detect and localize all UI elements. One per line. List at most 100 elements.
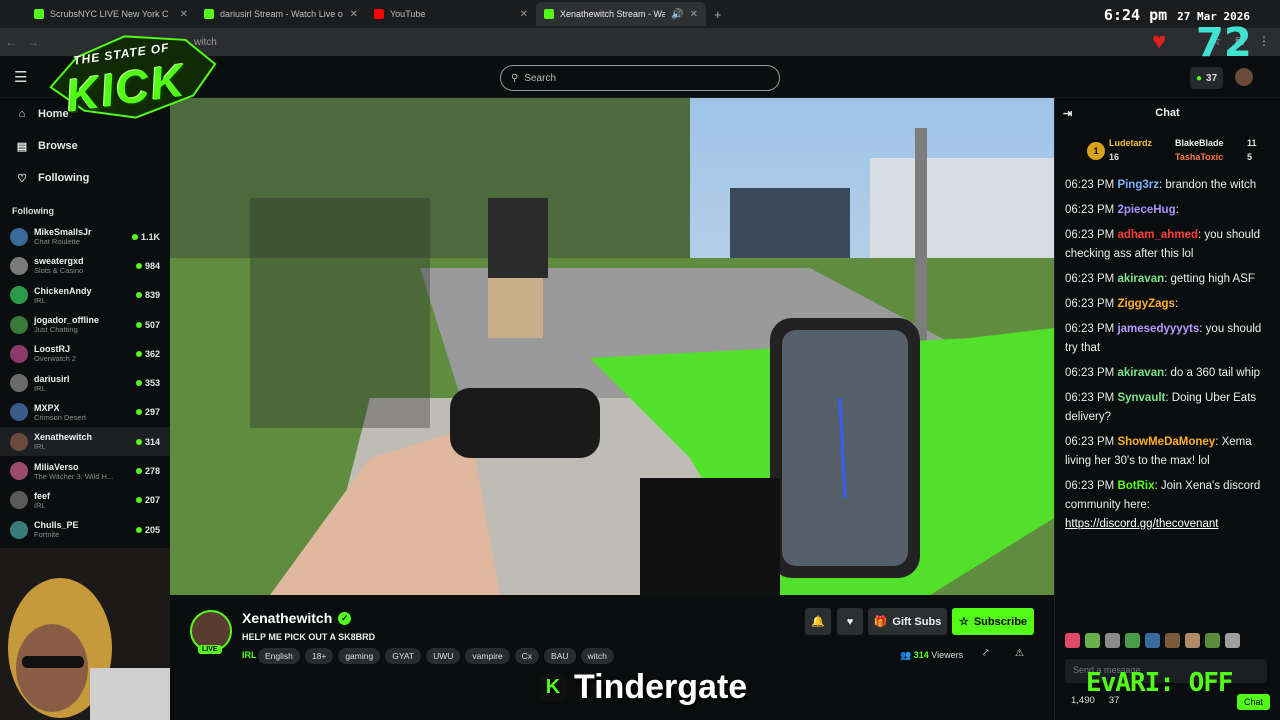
message-username[interactable]: ZiggyZags (1117, 298, 1175, 310)
channel-viewers: 278 (135, 466, 160, 476)
channel-avatar (10, 344, 28, 363)
following-item[interactable]: sweatergxd Slots & Casino 984 (0, 251, 170, 280)
close-tab-icon[interactable]: ✕ (520, 9, 528, 20)
following-item[interactable]: feef IRL 207 (0, 486, 170, 515)
message-username[interactable]: akiravan (1117, 367, 1164, 379)
message-username[interactable]: Synvault (1117, 392, 1165, 404)
message-username[interactable]: akiravan (1117, 273, 1164, 285)
channel-meta: sweatergxd Slots & Casino (34, 256, 130, 275)
mute-tab-icon[interactable]: 🔊 (671, 9, 683, 20)
following-item[interactable]: MikeSmallsJr Chat Roulette 1.1K (0, 222, 170, 251)
channel-avatar (10, 227, 28, 246)
viewers-number: 353 (144, 378, 160, 389)
viewers-number: 297 (144, 407, 160, 418)
notifications-bell-icon[interactable]: 🔔 (805, 608, 831, 635)
following-item[interactable]: jogador_offline Just Chatting 507 (0, 310, 170, 339)
browser-tab[interactable]: YouTube ✕ (366, 2, 536, 26)
channel-meta: ChickenAndy IRL (34, 286, 130, 305)
coin-icon: ● (1196, 72, 1203, 84)
kick-favicon-icon (34, 9, 44, 19)
chat-messages: 06:23 PM Ping3rz: brandon the witch 06:23… (1055, 176, 1280, 534)
following-item[interactable]: Xenathewitch IRL 314 (0, 427, 170, 457)
leader-name[interactable]: BlakeBlade (1175, 138, 1224, 148)
message-username[interactable]: BotRix (1117, 480, 1154, 492)
stream-tag[interactable]: UWU (426, 648, 461, 664)
chat-message: 06:23 PM BotRix: Join Xena's discord com… (1065, 477, 1270, 534)
leader-name[interactable]: Ludetardz (1109, 138, 1152, 148)
browser-tab[interactable]: dariusirl Stream - Watch Live o ✕ (196, 2, 366, 26)
message-username[interactable]: jamesedyyyyts (1117, 323, 1199, 335)
message-link[interactable]: https://discord.gg/thecovenant (1065, 518, 1218, 530)
video-frame (170, 98, 1054, 595)
browser-tab[interactable]: ScrubsNYC LIVE New York C ✕ (26, 2, 196, 26)
emote-icon[interactable] (1145, 633, 1160, 648)
following-item[interactable]: dariusirl IRL 353 (0, 368, 170, 397)
subscribe-button[interactable]: ☆ Subscribe (952, 608, 1034, 635)
chat-message: 06:23 PM jamesedyyyyts: you should try t… (1065, 320, 1270, 358)
emote-icon[interactable] (1185, 633, 1200, 648)
emote-icon[interactable] (1225, 633, 1240, 648)
viewers-number: 207 (144, 495, 160, 506)
stream-tag[interactable]: GYAT (385, 648, 422, 664)
message-username[interactable]: adham_ahmed (1117, 229, 1198, 241)
search-input[interactable]: ⚲ Search (500, 65, 780, 91)
browser-tab-active[interactable]: Xenathewitch Stream - Watc 🔊 ✕ (536, 2, 706, 26)
channel-avatar (10, 256, 28, 275)
user-avatar[interactable] (1235, 68, 1253, 86)
channel-category: Fortnite (34, 530, 60, 540)
stream-tag[interactable]: BAU (544, 648, 576, 664)
stream-tag[interactable]: vampire (465, 648, 510, 664)
video-player[interactable] (170, 98, 1054, 595)
emote-icon[interactable] (1125, 633, 1140, 648)
browse-icon: ▤ (16, 140, 28, 153)
sidebar-item-following[interactable]: ♡ Following (0, 162, 170, 194)
message-username[interactable]: ShowMeDaMoney (1117, 436, 1215, 448)
menu-kebab-icon[interactable]: ⋮ (1258, 34, 1270, 49)
leader-name[interactable]: TashaToxic (1175, 152, 1223, 162)
back-icon[interactable]: ← (0, 35, 22, 49)
following-item[interactable]: ChickenAndy IRL 839 (0, 281, 170, 310)
close-tab-icon[interactable]: ✕ (690, 9, 698, 20)
kick-coins-badge[interactable]: ● 37 (1190, 67, 1224, 89)
sidebar-item-browse[interactable]: ▤ Browse (0, 130, 170, 162)
following-item[interactable]: LoostRJ Overwatch 2 362 (0, 339, 170, 368)
channel-avatar (10, 403, 28, 422)
hamburger-menu-icon[interactable]: ☰ (14, 68, 27, 86)
following-item[interactable]: MiliaVerso The Witcher 3: Wild H... 278 (0, 456, 170, 485)
channel-viewers: 984 (135, 261, 160, 271)
emote-icon[interactable] (1085, 633, 1100, 648)
close-tab-icon[interactable]: ✕ (180, 9, 188, 20)
follow-heart-icon[interactable]: ♥ (837, 608, 863, 635)
stream-tag[interactable]: 18+ (304, 648, 334, 664)
tindergate-text: Tindergate (574, 668, 748, 706)
following-heading: Following (12, 206, 54, 216)
stream-tag[interactable]: Cx (514, 648, 540, 664)
live-dot-icon (135, 350, 142, 357)
viewers-number: 362 (144, 348, 160, 359)
emote-icon[interactable] (1165, 633, 1180, 648)
emote-icon[interactable] (1065, 633, 1080, 648)
new-tab-button[interactable]: + (714, 7, 722, 22)
stream-tag[interactable]: gaming (338, 648, 381, 664)
gift-subs-button[interactable]: 🎁 Gift Subs (868, 608, 947, 635)
leader-points: 5 (1247, 152, 1253, 162)
stream-category[interactable]: IRL (242, 650, 257, 660)
close-tab-icon[interactable]: ✕ (350, 9, 358, 20)
share-icon[interactable]: ⤤ (983, 648, 989, 659)
report-icon[interactable]: ⚠ (1015, 648, 1024, 659)
chat-send-button[interactable]: Chat (1237, 694, 1271, 710)
stream-tag[interactable]: witch (580, 648, 614, 664)
message-username[interactable]: 2pieceHug (1117, 204, 1175, 216)
emote-icon[interactable] (1105, 633, 1120, 648)
nav-label: Following (38, 172, 90, 184)
message-username[interactable]: Ping3rz (1117, 179, 1159, 191)
following-item[interactable]: MXPX Crimson Desert 297 (0, 398, 170, 427)
channel-viewers: 839 (135, 290, 160, 300)
stream-tag[interactable]: English (258, 648, 300, 664)
collapse-chat-icon[interactable]: ⇥ (1063, 107, 1072, 120)
following-item[interactable]: Chulls_PE Fortnite 205 (0, 515, 170, 544)
chat-header: ⇥ Chat (1055, 98, 1280, 128)
streamer-name[interactable]: Xenathewitch ✓ (242, 610, 352, 626)
emote-icon[interactable] (1205, 633, 1220, 648)
viewers-icon: 👥 (900, 650, 912, 660)
